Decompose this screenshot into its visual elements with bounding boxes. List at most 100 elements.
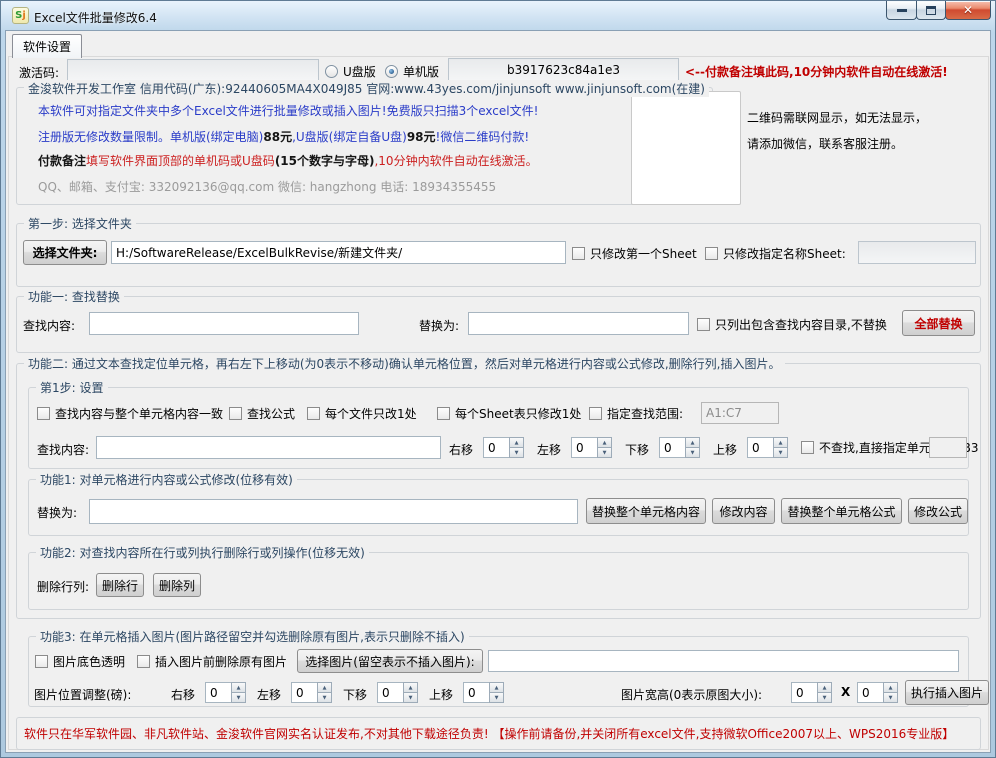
close-button[interactable]: ✕ bbox=[945, 1, 991, 20]
direct-cell-checkbox[interactable] bbox=[801, 441, 814, 454]
tab-software-settings[interactable]: 软件设置 bbox=[12, 34, 82, 58]
cb-transparent-bg[interactable]: 图片底色透明 bbox=[35, 653, 125, 669]
img-down-down-arrow[interactable]: ▼ bbox=[403, 693, 418, 703]
img-right-up-arrow[interactable]: ▲ bbox=[231, 682, 246, 693]
img-width-value[interactable]: 0 bbox=[791, 682, 817, 703]
move-left-value[interactable]: 0 bbox=[571, 437, 597, 458]
modify-formula-button[interactable]: 修改公式 bbox=[908, 498, 968, 524]
activation-code-input[interactable] bbox=[67, 59, 319, 81]
maximize-button[interactable] bbox=[916, 1, 946, 20]
named-sheet-checkbox[interactable] bbox=[705, 247, 718, 260]
cb-delete-original-image[interactable]: 插入图片前删除原有图片 bbox=[137, 653, 287, 669]
folder-path-field[interactable]: H:/SoftwareRelease/ExcelBulkRevise/新建文件夹… bbox=[111, 241, 566, 264]
img-width-up-arrow[interactable]: ▲ bbox=[817, 682, 832, 693]
minimize-button[interactable] bbox=[886, 1, 917, 20]
move-right-up-arrow[interactable]: ▲ bbox=[509, 437, 524, 448]
move-up-up-arrow[interactable]: ▲ bbox=[773, 437, 788, 448]
img-left-up-arrow[interactable]: ▲ bbox=[317, 682, 332, 693]
transparent-bg-checkbox[interactable] bbox=[35, 655, 48, 668]
img-down-value[interactable]: 0 bbox=[377, 682, 403, 703]
delete-col-button[interactable]: 删除列 bbox=[153, 573, 201, 597]
move-left-up-arrow[interactable]: ▲ bbox=[597, 437, 612, 448]
move-down-down-arrow[interactable]: ▼ bbox=[685, 448, 700, 458]
cb-search-range[interactable]: 指定查找范围: bbox=[589, 405, 683, 421]
img-up-down-arrow[interactable]: ▼ bbox=[489, 693, 504, 703]
line2-seg1: 注册版无修改数量限制。单机版(绑定电脑) bbox=[38, 130, 263, 144]
choose-image-button[interactable]: 选择图片(留空表示不插入图片): bbox=[297, 649, 483, 673]
list-only-checkbox[interactable] bbox=[697, 318, 710, 331]
replace-input[interactable] bbox=[468, 312, 689, 335]
replace-whole-cell-formula-button[interactable]: 替换整个单元格公式 bbox=[781, 498, 902, 524]
app-icon-letter-j: j bbox=[22, 11, 25, 21]
cb-list-only[interactable]: 只列出包含查找内容目录,不替换 bbox=[697, 316, 887, 332]
only-first-sheet-checkbox[interactable] bbox=[572, 247, 585, 260]
footer-notice-text: 软件只在华军软件园、非凡软件站、金浚软件官网实名认证发布,不对其他下载途径负责!… bbox=[24, 725, 954, 742]
sheet-name-field[interactable] bbox=[858, 241, 976, 264]
cb-only-first-sheet[interactable]: 只修改第一个Sheet bbox=[572, 245, 697, 261]
line2-seg4: 98元 bbox=[407, 130, 436, 144]
company-line1: 本软件可对指定文件夹中多个Excel文件进行批量修改或插入图片!免费版只扫描3个… bbox=[38, 102, 538, 119]
cb-once-per-file[interactable]: 每个文件只改1处 bbox=[307, 405, 417, 421]
qr-note-1: 二维码需联网显示，如无法显示， bbox=[747, 109, 927, 126]
cb-exact-match[interactable]: 查找内容与整个单元格内容一致 bbox=[37, 405, 223, 421]
img-left-value[interactable]: 0 bbox=[291, 682, 317, 703]
find-label: 查找内容: bbox=[23, 317, 75, 334]
delete-rowcol-label: 删除行列: bbox=[37, 578, 89, 595]
img-left-down-arrow[interactable]: ▼ bbox=[317, 693, 332, 703]
move-down-up-arrow[interactable]: ▲ bbox=[685, 437, 700, 448]
replace-label: 替换为: bbox=[419, 317, 459, 334]
replace-all-button[interactable]: 全部替换 bbox=[902, 310, 975, 336]
machine-code-field[interactable]: b3917623c84a1e3 bbox=[448, 58, 679, 81]
func2-find-input[interactable] bbox=[96, 436, 441, 459]
move-right-value[interactable]: 0 bbox=[483, 437, 509, 458]
img-right-down-arrow[interactable]: ▼ bbox=[231, 693, 246, 703]
line3-seg4: ,10分钟内软件自动在线激活。 bbox=[374, 154, 537, 168]
find-input[interactable] bbox=[89, 312, 359, 335]
spin-img-down: 0 ▲▼ bbox=[377, 682, 418, 703]
move-right-down-arrow[interactable]: ▼ bbox=[509, 448, 524, 458]
radio-standalone-circle[interactable] bbox=[385, 65, 398, 78]
img-height-down-arrow[interactable]: ▼ bbox=[883, 693, 898, 703]
line2-seg3: ,U盘版(绑定自备U盘) bbox=[292, 130, 407, 144]
img-down-up-arrow[interactable]: ▲ bbox=[403, 682, 418, 693]
cb-named-sheet[interactable]: 只修改指定名称Sheet: bbox=[705, 245, 846, 261]
once-per-file-checkbox[interactable] bbox=[307, 407, 320, 420]
spin-move-up: 0 ▲▼ bbox=[747, 437, 788, 458]
search-range-checkbox[interactable] bbox=[589, 407, 602, 420]
execute-insert-image-button[interactable]: 执行插入图片 bbox=[905, 680, 989, 705]
once-per-file-label: 每个文件只改1处 bbox=[325, 405, 417, 422]
exact-match-label: 查找内容与整个单元格内容一致 bbox=[55, 405, 223, 422]
radio-standalone-version[interactable]: 单机版 bbox=[385, 63, 439, 79]
img-up-value[interactable]: 0 bbox=[463, 682, 489, 703]
move-down-value[interactable]: 0 bbox=[659, 437, 685, 458]
radio-usb-circle[interactable] bbox=[325, 65, 338, 78]
modify-content-button[interactable]: 修改内容 bbox=[712, 498, 775, 524]
move-left-label: 左移 bbox=[537, 441, 561, 458]
modify-replace-input[interactable] bbox=[89, 499, 578, 524]
line2-seg2: 88元 bbox=[263, 130, 292, 144]
img-up-up-arrow[interactable]: ▲ bbox=[489, 682, 504, 693]
image-position-label: 图片位置调整(磅): bbox=[34, 686, 131, 703]
move-up-down-arrow[interactable]: ▼ bbox=[773, 448, 788, 458]
img-height-up-arrow[interactable]: ▲ bbox=[883, 682, 898, 693]
move-up-value[interactable]: 0 bbox=[747, 437, 773, 458]
image-path-field[interactable] bbox=[488, 650, 959, 672]
replace-whole-cell-content-button[interactable]: 替换整个单元格内容 bbox=[586, 498, 706, 524]
once-per-sheet-checkbox[interactable] bbox=[437, 407, 450, 420]
img-height-value[interactable]: 0 bbox=[857, 682, 883, 703]
find-formula-checkbox[interactable] bbox=[229, 407, 242, 420]
delete-original-image-checkbox[interactable] bbox=[137, 655, 150, 668]
choose-folder-button[interactable]: 选择文件夹: bbox=[23, 240, 107, 265]
move-left-down-arrow[interactable]: ▼ bbox=[597, 448, 612, 458]
cb-find-formula[interactable]: 查找公式 bbox=[229, 405, 295, 421]
img-width-down-arrow[interactable]: ▼ bbox=[817, 693, 832, 703]
cb-once-per-sheet[interactable]: 每个Sheet表只修改1处 bbox=[437, 405, 581, 421]
radio-usb-version[interactable]: U盘版 bbox=[325, 63, 376, 79]
spin-img-up: 0 ▲▼ bbox=[463, 682, 504, 703]
move-right-label: 右移 bbox=[449, 441, 473, 458]
spin-img-height: 0 ▲▼ bbox=[857, 682, 898, 703]
img-right-value[interactable]: 0 bbox=[205, 682, 231, 703]
find-replace-legend: 功能一: 查找替换 bbox=[24, 288, 124, 305]
delete-row-button[interactable]: 删除行 bbox=[96, 573, 144, 597]
exact-match-checkbox[interactable] bbox=[37, 407, 50, 420]
